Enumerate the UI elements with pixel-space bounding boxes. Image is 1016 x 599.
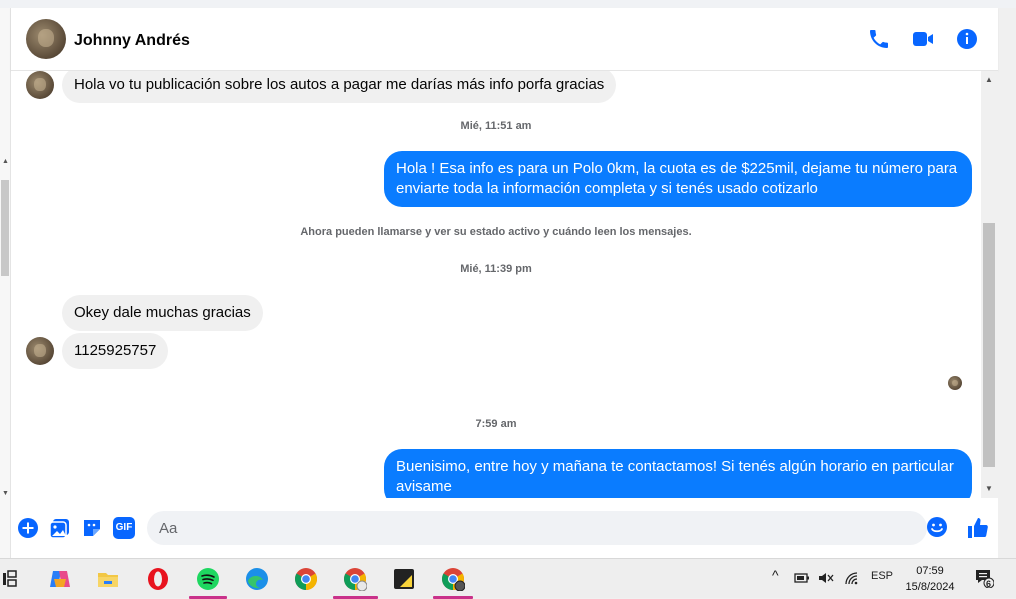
sticker-icon[interactable] [81,517,103,539]
emoji-icon[interactable] [926,516,948,538]
plus-circle-icon[interactable] [17,517,39,539]
incoming-message[interactable]: Okey dale muchas gracias [62,295,263,331]
battery-icon[interactable] [794,571,810,585]
incoming-message[interactable]: 1125925757 [62,333,169,369]
task-view-icon[interactable] [2,567,20,591]
contact-name[interactable]: Johnny Andrés [74,32,190,50]
wifi-icon[interactable] [844,571,860,585]
scrollbar-thumb[interactable] [1,180,9,276]
scroll-down-arrow[interactable]: ▼ [2,490,9,497]
video-call-icon[interactable] [911,27,935,51]
message-list[interactable]: Hola vo tu publicación sobre los autos a… [11,71,981,498]
like-thumb-icon[interactable] [966,516,990,540]
chrome-icon[interactable] [294,567,318,591]
chevron-up-icon[interactable]: ^ [772,567,779,583]
system-notice: Ahora pueden llamarse y ver su estado ac… [300,226,692,238]
top-strip [0,0,1016,8]
contact-avatar[interactable] [26,19,66,59]
seen-avatar [948,376,962,390]
speaker-muted-icon[interactable] [818,571,834,585]
info-icon[interactable] [955,27,979,51]
chat-scrollbar[interactable]: ▲ ▼ [981,71,998,498]
outgoing-message[interactable]: Buenisimo, entre hoy y mañana te contact… [384,449,972,498]
system-clock[interactable]: 07:59 15/8/2024 [900,563,960,595]
sticky-notes-icon[interactable] [392,567,416,591]
scrollbar-thumb[interactable] [983,223,995,467]
scroll-up-arrow[interactable]: ▲ [2,158,9,165]
windows-taskbar: ^ ESP 07:59 15/8/2024 6 [0,558,1016,599]
incoming-message[interactable]: Hola vo tu publicación sobre los autos a… [62,71,617,103]
timestamp: Mié, 11:51 am [460,120,532,132]
clock-date: 15/8/2024 [905,581,955,593]
phone-icon[interactable] [867,27,891,51]
chrome-profile-icon[interactable] [343,567,367,591]
photo-icon[interactable] [49,517,71,539]
clock-time: 07:59 [916,565,944,577]
scroll-down-arrow[interactable]: ▼ [985,484,993,493]
notification-count-badge: 6 [986,579,992,589]
right-edge [998,8,1016,558]
chat-header: Johnny Andrés [11,8,998,71]
composer: GIF [11,498,998,558]
messenger-window: ▲ ▼ Johnny Andrés Hola vo tu publicación… [0,0,1016,558]
language-indicator[interactable]: ESP [871,570,893,582]
contact-avatar-small[interactable] [26,71,54,99]
copilot-icon[interactable] [48,567,72,591]
outgoing-message[interactable]: Hola ! Esa info es para un Polo 0km, la … [384,151,972,207]
gif-icon[interactable]: GIF [113,517,135,539]
contact-avatar-small[interactable] [26,337,54,365]
scroll-up-arrow[interactable]: ▲ [985,75,993,84]
opera-icon[interactable] [146,567,170,591]
left-scrollbar[interactable]: ▲ ▼ [0,8,11,558]
message-input[interactable] [147,511,927,545]
timestamp: Mié, 11:39 pm [460,263,532,275]
spotify-icon[interactable] [196,567,220,591]
chrome-profile-icon[interactable] [441,567,465,591]
timestamp: 7:59 am [475,418,517,430]
edge-icon[interactable] [245,567,269,591]
file-explorer-icon[interactable] [96,567,120,591]
